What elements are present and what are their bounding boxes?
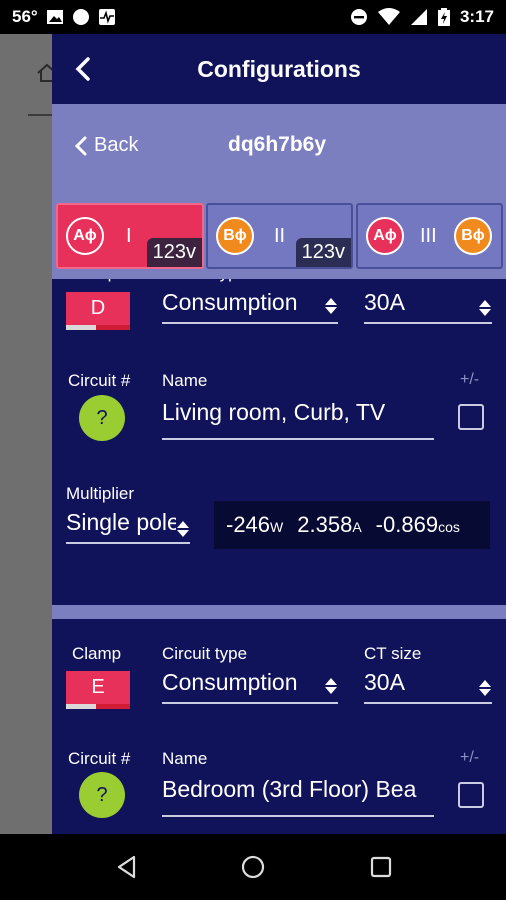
back-label: Back bbox=[94, 134, 139, 156]
multiplier-label: Multiplier bbox=[66, 484, 135, 503]
ct-size-select[interactable]: 30A bbox=[364, 289, 492, 324]
phase-tab-1[interactable]: Aϕ I 123v bbox=[56, 203, 204, 269]
clamp-button[interactable]: D bbox=[66, 292, 130, 330]
circuit-type-value: Consumption bbox=[162, 289, 298, 315]
circuit-type-select[interactable]: Consumption bbox=[162, 289, 338, 324]
clamp-button[interactable]: E bbox=[66, 671, 130, 709]
status-bar: 56° 3:17 bbox=[0, 0, 506, 34]
circuit-type-label: Circuit type bbox=[162, 644, 248, 663]
circuit-number-label: Circuit # bbox=[68, 371, 131, 390]
invert-checkbox[interactable] bbox=[458, 782, 484, 808]
ct-size-select[interactable]: 30A bbox=[364, 669, 492, 704]
back-button[interactable]: Back bbox=[74, 134, 138, 157]
clamp-label: Clamp bbox=[68, 279, 117, 283]
circuit-type-select[interactable]: Consumption bbox=[162, 669, 338, 704]
battery-icon bbox=[437, 8, 450, 26]
circle-icon bbox=[72, 9, 89, 25]
phase-voltage: 123v bbox=[146, 238, 202, 267]
phase-selector: Aϕ I 123v Bϕ II 123v Aϕ III Bϕ bbox=[52, 189, 506, 279]
clamp-level-bar bbox=[66, 325, 130, 330]
name-label: Name bbox=[162, 371, 208, 390]
circuit-list[interactable]: Clamp Circuit type CT size D Consumption… bbox=[52, 279, 506, 834]
clock-text: 3:17 bbox=[459, 7, 494, 26]
wifi-icon bbox=[377, 8, 400, 25]
ct-size-value: 30A bbox=[364, 289, 405, 315]
circuit-number-badge[interactable]: ? bbox=[79, 395, 125, 441]
circuit-card: Clamp Circuit type CT size D Consumption… bbox=[52, 279, 506, 579]
watts-reading: -246W bbox=[226, 512, 284, 537]
plus-minus-label: +/- bbox=[460, 371, 480, 388]
clamp-letter: D bbox=[90, 296, 106, 319]
phase-voltage: 123v bbox=[295, 238, 351, 267]
phase-label: III bbox=[420, 225, 437, 247]
phase-label: II bbox=[274, 225, 286, 247]
clamp-letter: E bbox=[91, 675, 105, 698]
phase-b-badge: Bϕ bbox=[216, 217, 254, 255]
phase-tab-2[interactable]: Bϕ II 123v bbox=[206, 203, 353, 269]
sort-arrows-icon bbox=[176, 518, 190, 540]
amps-reading: 2.358A bbox=[297, 512, 362, 537]
phase-tab-3[interactable]: Aϕ III Bϕ bbox=[356, 203, 503, 269]
sort-arrows-icon bbox=[479, 300, 491, 316]
circuit-type-value: Consumption bbox=[162, 669, 298, 695]
signal-icon bbox=[410, 9, 427, 25]
circuit-number-badge[interactable]: ? bbox=[79, 772, 125, 818]
ct-size-label: CT size bbox=[364, 644, 422, 663]
phase-a-badge: Aϕ bbox=[66, 217, 104, 255]
circuit-name-input[interactable]: Bedroom (3rd Floor) Bea bbox=[162, 776, 434, 817]
card-separator bbox=[52, 605, 506, 619]
circuit-card: Clamp Circuit type CT size E Consumption… bbox=[52, 619, 506, 834]
chevron-left-icon bbox=[74, 136, 87, 155]
phase-label: I bbox=[126, 225, 132, 247]
pulse-icon bbox=[98, 9, 115, 25]
ct-size-value: 30A bbox=[364, 669, 405, 695]
name-label: Name bbox=[162, 749, 208, 768]
power-factor-reading: -0.869cos bbox=[375, 512, 460, 537]
clamp-level-bar bbox=[66, 704, 130, 709]
phase-a-badge: Aϕ bbox=[366, 217, 404, 255]
sort-arrows-icon bbox=[325, 678, 337, 694]
ct-size-label: CT size bbox=[364, 279, 421, 283]
top-app-bar: Configurations bbox=[52, 34, 506, 104]
invert-checkbox[interactable] bbox=[458, 404, 484, 430]
circuit-number-label: Circuit # bbox=[68, 749, 131, 768]
device-id: dq6h7b6y bbox=[228, 133, 327, 156]
plus-minus-label: +/- bbox=[460, 749, 480, 766]
phase-b-badge: Bϕ bbox=[454, 217, 492, 255]
multiplier-value: Single pole bbox=[66, 509, 180, 535]
image-icon bbox=[46, 10, 63, 24]
live-readings: -246W 2.358A -0.869cos bbox=[214, 501, 490, 549]
temperature-text: 56° bbox=[12, 7, 38, 26]
sort-arrows-icon bbox=[325, 298, 337, 314]
system-nav-bar bbox=[0, 834, 506, 900]
clamp-label: Clamp bbox=[72, 644, 122, 663]
multiplier-select[interactable]: Single pole bbox=[66, 509, 190, 544]
circuit-name-input[interactable]: Living room, Curb, TV bbox=[162, 399, 434, 440]
nav-back-icon[interactable] bbox=[114, 854, 140, 880]
device-header: Back dq6h7b6y bbox=[52, 104, 506, 189]
circuit-type-label: Circuit type bbox=[162, 279, 247, 283]
nav-recents-icon[interactable] bbox=[368, 854, 394, 880]
page-title: Configurations bbox=[197, 56, 361, 82]
dnd-icon bbox=[350, 9, 367, 25]
sort-arrows-icon bbox=[479, 680, 491, 696]
nav-home-icon[interactable] bbox=[240, 854, 266, 880]
configurations-panel: Configurations Back dq6h7b6y Aϕ I 123v B… bbox=[52, 34, 506, 834]
